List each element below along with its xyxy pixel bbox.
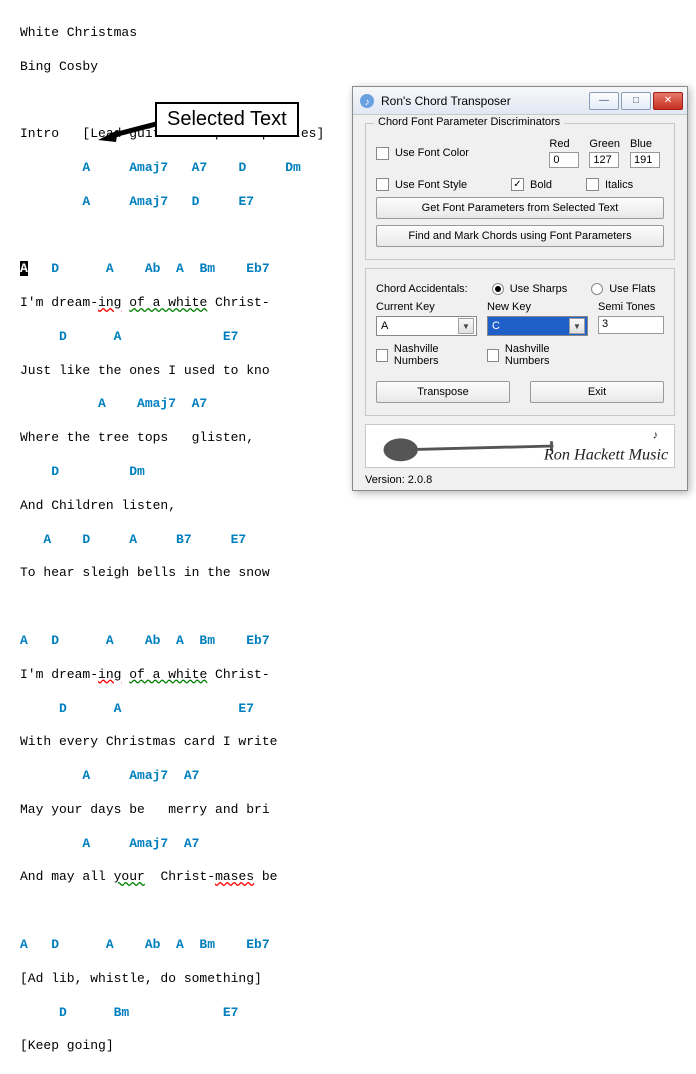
close-button[interactable]: ✕: [653, 92, 683, 110]
use-font-style-checkbox[interactable]: [376, 178, 389, 191]
font-params-group: Chord Font Parameter Discriminators Use …: [365, 123, 675, 260]
chord-line-v6: A D A Ab A Bm Eb7: [20, 633, 676, 650]
blue-input[interactable]: 191: [630, 152, 660, 168]
get-font-params-button[interactable]: Get Font Parameters from Selected Text: [376, 197, 664, 219]
nashville-2-label: Nashville Numbers: [505, 343, 588, 367]
new-key-select[interactable]: C▼: [487, 316, 588, 336]
lyric-v9: And may all your Christ-mases be: [20, 869, 676, 886]
accidentals-label: Chord Accidentals:: [376, 283, 468, 295]
exit-button[interactable]: Exit: [530, 381, 664, 403]
selected-chord[interactable]: A: [20, 261, 28, 276]
use-flats-label: Use Flats: [609, 283, 655, 295]
lyric-v11: [Keep going]: [20, 1038, 676, 1055]
chord-line-v11: D Bm E7: [20, 1005, 676, 1022]
arrow-icon: [98, 112, 158, 142]
current-key-select[interactable]: A▼: [376, 316, 477, 336]
chevron-down-icon: ▼: [458, 318, 474, 334]
lyric-v10: [Ad lib, whistle, do something]: [20, 971, 676, 988]
callout-label: Selected Text: [155, 102, 299, 137]
maximize-button[interactable]: □: [621, 92, 651, 110]
nashville-2-checkbox[interactable]: [487, 349, 499, 362]
lyric-v6: I'm dream-ing of a white Christ-: [20, 667, 676, 684]
chevron-down-icon: ▼: [569, 318, 585, 334]
titlebar[interactable]: ♪ Ron's Chord Transposer — □ ✕: [353, 87, 687, 115]
lyric-v7: With every Christmas card I write: [20, 734, 676, 751]
green-label: Green: [589, 138, 620, 150]
use-flats-radio[interactable]: [591, 283, 603, 295]
minimize-button[interactable]: —: [589, 92, 619, 110]
use-sharps-label: Use Sharps: [510, 283, 567, 295]
brand-text: Ron Hackett Music: [543, 445, 669, 463]
chord-row-1: A Amaj7 A7 D Dm: [82, 160, 300, 175]
green-input[interactable]: 127: [589, 152, 619, 168]
use-font-color-checkbox[interactable]: [376, 147, 389, 160]
transpose-group: Chord Accidentals: Use Sharps Use Flats …: [365, 268, 675, 416]
use-font-style-label: Use Font Style: [395, 179, 505, 191]
group-legend: Chord Font Parameter Discriminators: [374, 116, 564, 128]
semitones-input[interactable]: 3: [598, 316, 664, 334]
use-font-color-label: Use Font Color: [395, 147, 543, 159]
italics-label: Italics: [605, 179, 633, 191]
chord-row-2: A Amaj7 D E7: [82, 194, 254, 209]
bold-checkbox[interactable]: [511, 178, 524, 191]
semitones-label: Semi Tones: [598, 301, 664, 313]
chord-line-v5: A D A B7 E7: [20, 532, 676, 549]
red-input[interactable]: 0: [549, 152, 579, 168]
artist: Bing Cosby: [20, 59, 676, 76]
use-sharps-radio[interactable]: [492, 283, 504, 295]
current-key-label: Current Key: [376, 301, 477, 313]
chord-line-v10: A D A Ab A Bm Eb7: [20, 937, 676, 954]
chord-line-v7: D A E7: [20, 701, 676, 718]
blue-label: Blue: [630, 138, 652, 150]
lyric-v8: May your days be merry and bri: [20, 802, 676, 819]
brand-panel: ♪ Ron Hackett Music: [365, 424, 675, 468]
bold-label: Bold: [530, 179, 580, 191]
red-label: Red: [549, 138, 569, 150]
find-mark-chords-button[interactable]: Find and Mark Chords using Font Paramete…: [376, 225, 664, 247]
lyric-v4: And Children listen,: [20, 498, 676, 515]
svg-text:♪: ♪: [653, 429, 659, 441]
app-icon: ♪: [359, 93, 375, 109]
chord-line-v9: A Amaj7 A7: [20, 836, 676, 853]
italics-checkbox[interactable]: [586, 178, 599, 191]
new-key-label: New Key: [487, 301, 588, 313]
version-label: Version: 2.0.8: [365, 474, 675, 486]
lyric-v5: To hear sleigh bells in the snow: [20, 565, 676, 582]
chord-line-v8: A Amaj7 A7: [20, 768, 676, 785]
svg-text:♪: ♪: [365, 97, 370, 108]
nashville-1-checkbox[interactable]: [376, 349, 388, 362]
intro-label: Intro: [20, 126, 59, 141]
chord-line-v1: D A Ab A Bm Eb7: [28, 261, 270, 276]
dialog-title: Ron's Chord Transposer: [381, 94, 587, 108]
song-title: White Christmas: [20, 25, 676, 42]
transposer-dialog: ♪ Ron's Chord Transposer — □ ✕ Chord Fon…: [352, 86, 688, 491]
transpose-button[interactable]: Transpose: [376, 381, 510, 403]
nashville-1-label: Nashville Numbers: [394, 343, 477, 367]
